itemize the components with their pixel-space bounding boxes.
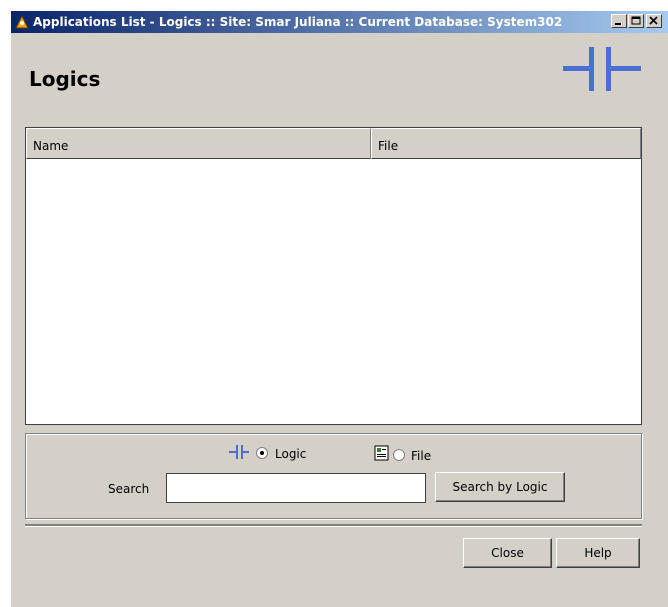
column-header-name[interactable]: Name (26, 128, 371, 159)
file-radio[interactable] (393, 449, 405, 461)
minimize-icon (615, 23, 621, 25)
logic-radio-selected-dot (260, 451, 264, 455)
logic-small-icon (229, 445, 249, 459)
column-header-file-label: File (378, 139, 399, 153)
search-by-logic-button[interactable]: Search by Logic (435, 472, 565, 502)
column-header-name-label: Name (33, 139, 69, 153)
application-window: Applications List - Logics :: Site: Smar… (10, 10, 668, 607)
logic-icon (563, 47, 641, 91)
file-radio-label[interactable]: File (411, 449, 431, 463)
search-input[interactable] (166, 473, 426, 503)
column-header-file[interactable]: File (371, 128, 641, 159)
minimize-button[interactable] (611, 14, 627, 28)
logic-radio-label[interactable]: Logic (275, 447, 306, 461)
window-title: Applications List - Logics :: Site: Smar… (33, 15, 563, 29)
page-title: Logics (29, 67, 101, 91)
help-button[interactable]: Help (556, 538, 640, 568)
close-icon (649, 16, 658, 25)
maximize-button[interactable] (628, 14, 644, 28)
divider (25, 524, 642, 527)
maximize-icon (631, 16, 641, 25)
file-icon (374, 445, 389, 461)
close-button[interactable]: Close (463, 538, 552, 568)
table-body[interactable] (26, 159, 641, 424)
logic-radio[interactable] (256, 447, 268, 459)
title-bar[interactable]: Applications List - Logics :: Site: Smar… (11, 11, 668, 33)
app-icon (15, 14, 29, 29)
logics-table[interactable]: Name File (25, 127, 642, 425)
close-window-button[interactable] (646, 14, 662, 28)
search-label: Search (108, 482, 150, 496)
